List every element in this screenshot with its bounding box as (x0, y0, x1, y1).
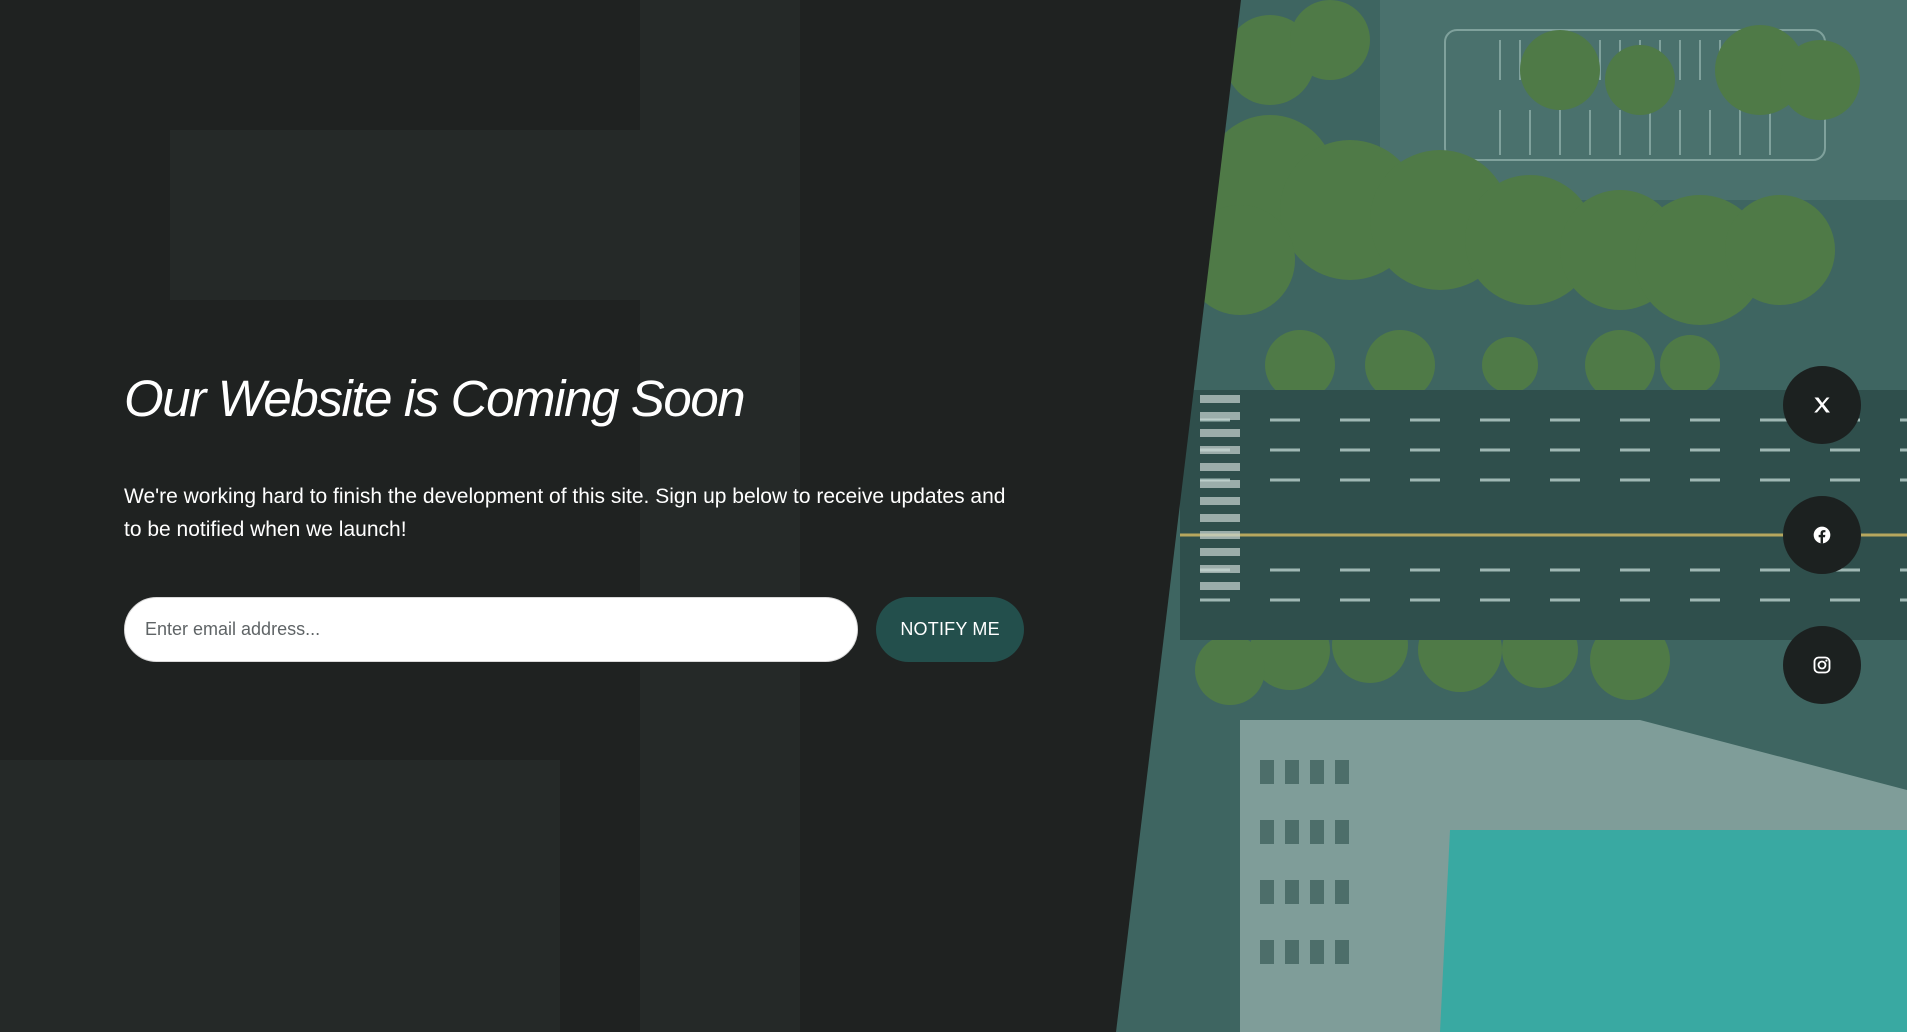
page-title: Our Website is Coming Soon (124, 370, 746, 427)
facebook-link[interactable] (1783, 496, 1861, 574)
x-twitter-link[interactable] (1783, 366, 1861, 444)
facebook-icon (1812, 525, 1832, 545)
hero-description: We're working hard to finish the develop… (124, 485, 1006, 541)
email-input[interactable] (124, 597, 859, 662)
social-links (1783, 366, 1861, 704)
hero-section: Our Website is Coming Soon We're working… (124, 368, 1024, 662)
instagram-link[interactable] (1783, 626, 1861, 704)
instagram-icon (1812, 655, 1832, 675)
notify-me-button[interactable]: NOTIFY ME (876, 597, 1024, 662)
x-twitter-icon (1812, 395, 1832, 415)
signup-form: NOTIFY ME (124, 597, 1024, 662)
